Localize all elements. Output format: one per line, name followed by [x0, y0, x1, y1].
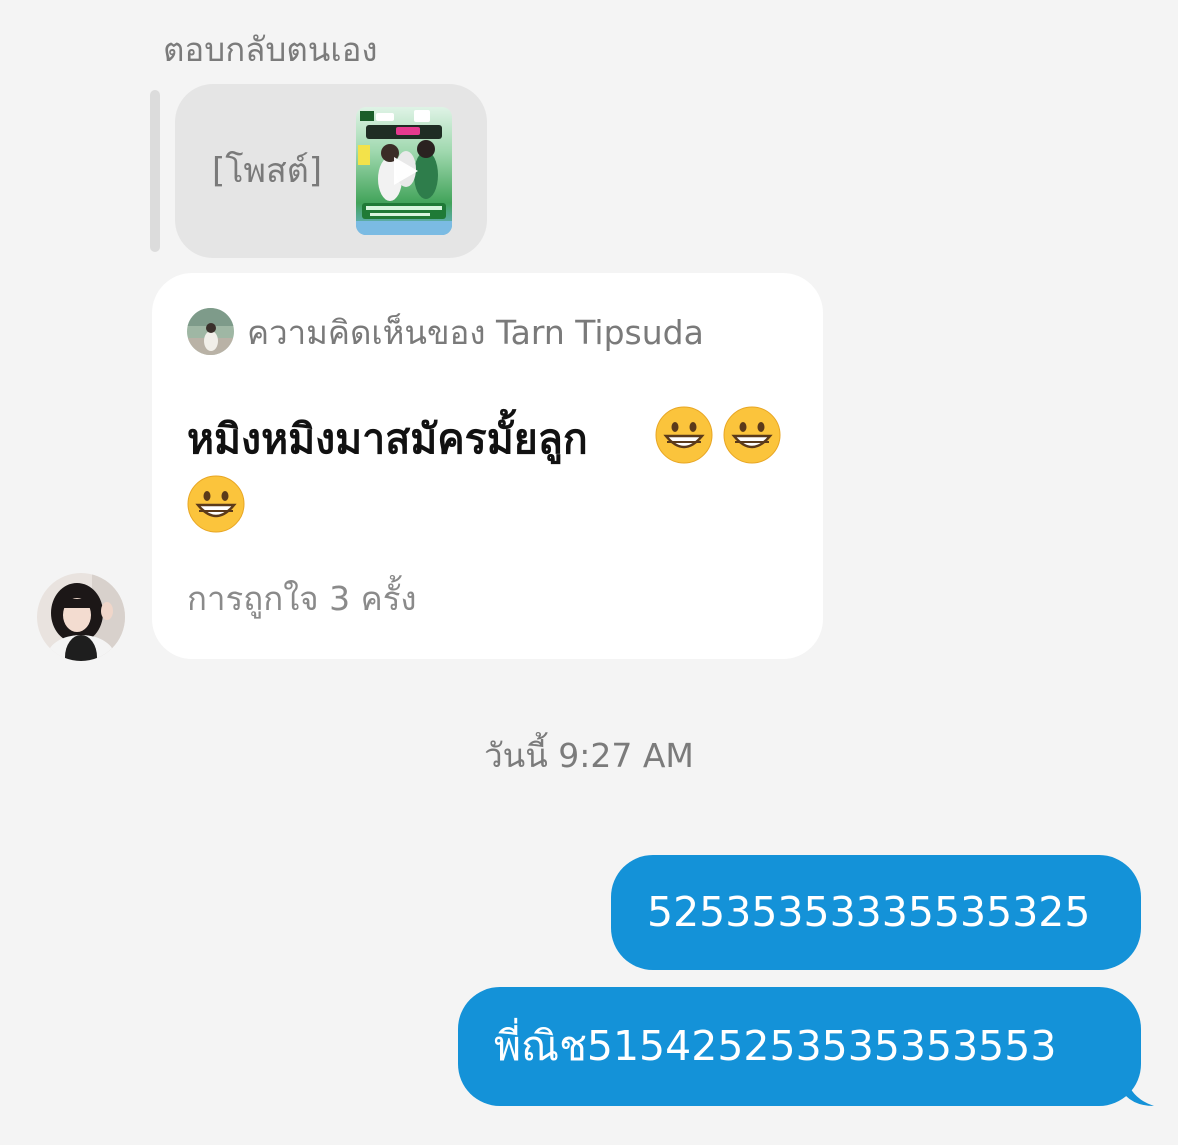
grinning-face-emoji: [187, 475, 245, 533]
commenter-avatar[interactable]: [187, 308, 234, 355]
sender-avatar[interactable]: [37, 573, 125, 661]
sent-message-bubble[interactable]: พี่ณิช515425253535353553: [458, 987, 1141, 1106]
quote-bar: [150, 90, 160, 252]
grinning-face-emoji: [723, 406, 781, 464]
quoted-post-label: [โพสต์]: [212, 151, 323, 191]
comment-card[interactable]: ความคิดเห็นของ Tarn Tipsuda หมิงหมิงมาสม…: [152, 273, 823, 659]
sent-message-bubble[interactable]: 52535353335535325: [611, 855, 1141, 970]
quoted-post-bubble[interactable]: [โพสต์]: [175, 84, 487, 258]
grinning-face-emoji: [655, 406, 713, 464]
comment-header: ความคิดเห็นของ Tarn Tipsuda: [247, 313, 704, 352]
reply-label: ตอบกลับตนเอง: [163, 30, 378, 69]
likes-count[interactable]: การถูกใจ 3 ครั้ง: [187, 577, 417, 621]
timestamp: วันนี้ 9:27 AM: [484, 736, 694, 775]
post-thumbnail[interactable]: [356, 107, 452, 235]
bubble-tail: [1126, 1076, 1156, 1106]
